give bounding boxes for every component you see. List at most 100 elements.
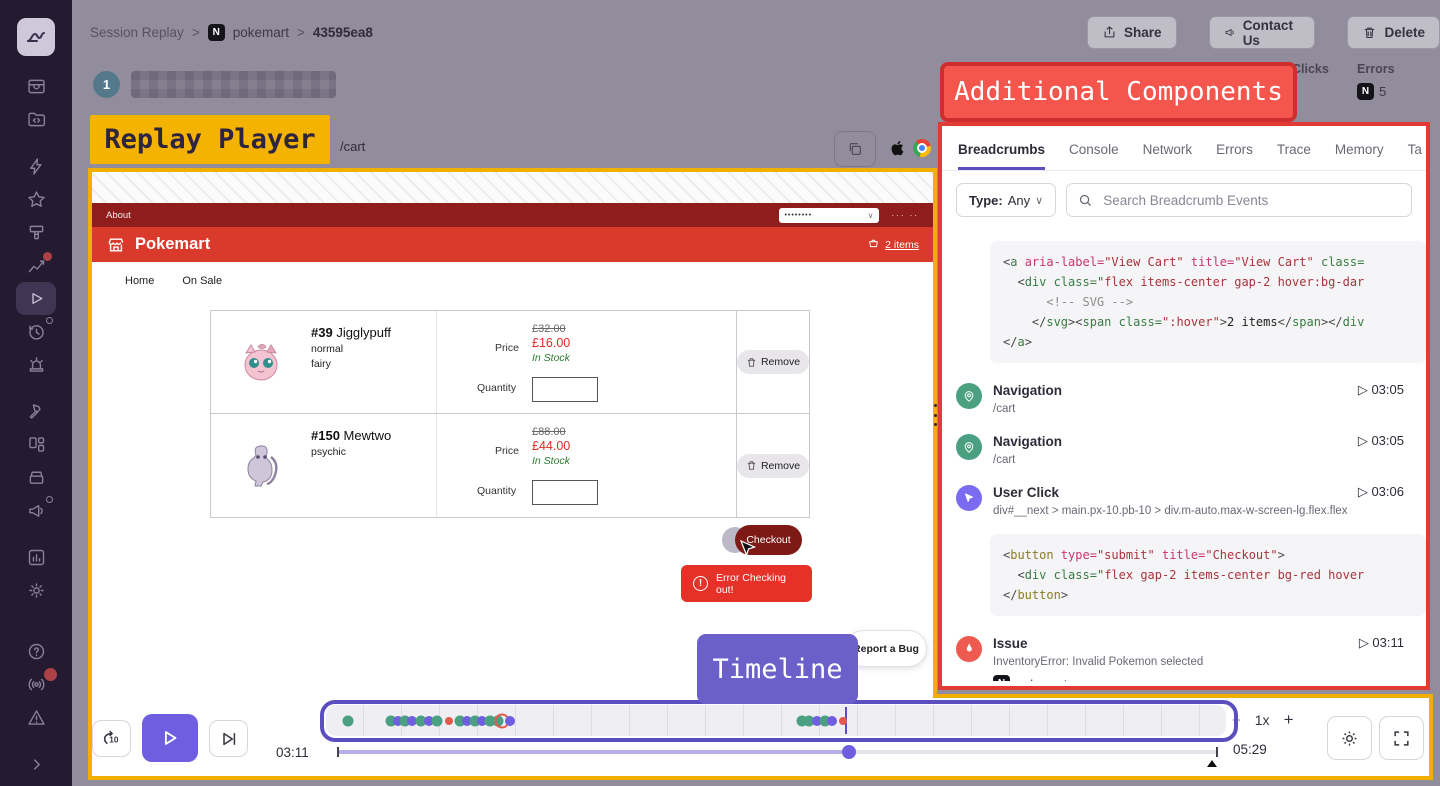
- drawer-icon: [26, 76, 47, 97]
- rewind-10-button[interactable]: 10: [92, 720, 131, 757]
- timeline-event-dot-purple[interactable]: [505, 716, 515, 726]
- event-timeline-track[interactable]: [326, 705, 1226, 736]
- copy-url-button[interactable]: [834, 131, 876, 167]
- breadcrumb: Session Replay > N pokemart > 43595ea8: [90, 24, 373, 41]
- sidebar-item-starred[interactable]: [16, 183, 56, 216]
- posthog-logo[interactable]: [17, 18, 55, 56]
- tab-ta[interactable]: Ta: [1408, 142, 1422, 170]
- seekbar[interactable]: [337, 750, 1218, 754]
- speed-value[interactable]: 1x: [1255, 712, 1270, 728]
- type-filter-value: Any: [1008, 193, 1030, 208]
- price-label: Price: [495, 342, 519, 354]
- event-feed[interactable]: <a aria-label="View Cart" title="View Ca…: [942, 229, 1426, 681]
- remove-button[interactable]: Remove: [737, 454, 809, 478]
- annotation-yellow-border: [88, 168, 92, 780]
- search-box[interactable]: [1066, 183, 1412, 217]
- sidebar-expand[interactable]: [16, 748, 56, 781]
- skip-to-end-button[interactable]: [209, 720, 248, 757]
- sidebar-item-dashboards[interactable]: [16, 428, 56, 461]
- seekbar-handle[interactable]: [842, 745, 856, 759]
- sidebar-item-folder[interactable]: [16, 103, 56, 136]
- replay-player-viewport[interactable]: About •••••••• ∨ ··· ·· Pokemart 2 items…: [92, 172, 933, 694]
- event-timestamp[interactable]: ▷ 03:05: [1358, 433, 1416, 449]
- sidebar-item-issues[interactable]: [16, 701, 56, 734]
- tab-trace[interactable]: Trace: [1277, 142, 1311, 170]
- event-row-user-click[interactable]: User Clickdiv#__next > main.px-10.pb-10 …: [956, 475, 1426, 526]
- event-row-navigation[interactable]: Navigation/cart▷ 03:05: [956, 424, 1426, 475]
- sidebar-item-alerts[interactable]: [16, 348, 56, 381]
- nav-home-link[interactable]: Home: [125, 275, 154, 287]
- seekbar-start-tick: [337, 747, 339, 757]
- event-timestamp[interactable]: ▷ 03:06: [1358, 484, 1416, 500]
- panel-filters: Type: Any ∨: [942, 171, 1426, 229]
- player-settings-button[interactable]: [1327, 716, 1372, 760]
- remove-button[interactable]: Remove: [737, 350, 809, 374]
- sidebar-item-session-replay[interactable]: [16, 282, 56, 315]
- annotation-additional-components-label: Additional Components: [940, 62, 1297, 122]
- timeline-event-dot-green[interactable]: [342, 715, 353, 726]
- sidebar-item-help[interactable]: [16, 635, 56, 668]
- event-timestamp[interactable]: ▷ 03:11: [1359, 635, 1416, 651]
- event-subtitle: /cart: [993, 403, 1347, 415]
- event-row-navigation[interactable]: Navigation/cart▷ 03:05: [956, 373, 1426, 424]
- rewind-10-icon: 10: [101, 728, 123, 750]
- cart-icon: [867, 238, 880, 251]
- sidebar-item-broadcast[interactable]: [16, 668, 56, 701]
- nextjs-badge-icon: N: [993, 675, 1010, 681]
- original-price: £32.00: [532, 323, 570, 335]
- timeline-event-dot-green[interactable]: [431, 715, 442, 726]
- panel-resize-handle[interactable]: [931, 402, 940, 428]
- sidebar-item-trends[interactable]: [16, 249, 56, 282]
- sidebar-item-surveys[interactable]: [16, 494, 56, 527]
- sidebar-item-data-warehouse[interactable]: [16, 461, 56, 494]
- event-title: Issue: [993, 636, 1028, 651]
- sidebar-item-early-access[interactable]: [16, 395, 56, 428]
- header-actions: Share Contact Us Delete: [1087, 16, 1440, 49]
- speed-minus-button[interactable]: −: [1232, 712, 1241, 729]
- tab-network[interactable]: Network: [1143, 142, 1193, 170]
- tab-console[interactable]: Console: [1069, 142, 1119, 170]
- type-filter-dropdown[interactable]: Type: Any ∨: [956, 183, 1056, 217]
- fullscreen-button[interactable]: [1379, 716, 1424, 760]
- event-row-issue[interactable]: IssueInventoryError: Invalid Pokemon sel…: [956, 626, 1426, 681]
- notification-ring: [46, 496, 53, 503]
- quantity-input[interactable]: [532, 480, 598, 505]
- tab-breadcrumbs[interactable]: Breadcrumbs: [958, 142, 1045, 170]
- tab-memory[interactable]: Memory: [1335, 142, 1384, 170]
- share-button[interactable]: Share: [1087, 16, 1177, 49]
- sidebar-item-sql[interactable]: [16, 541, 56, 574]
- play-button[interactable]: [142, 714, 198, 762]
- site-about-link[interactable]: About: [106, 210, 131, 221]
- sidebar-item-settings[interactable]: [16, 574, 56, 607]
- sidebar-item-activity[interactable]: [16, 150, 56, 183]
- nav-onsale-link[interactable]: On Sale: [182, 275, 222, 287]
- site-store-header: Pokemart 2 items: [92, 227, 933, 262]
- pokemon-name: #39 Jigglypuff: [311, 325, 436, 340]
- site-password-select[interactable]: •••••••• ∨: [779, 208, 879, 223]
- session-url: /cart: [340, 139, 365, 154]
- session-index-avatar: 1: [93, 71, 120, 98]
- breadcrumb-project[interactable]: pokemart: [233, 25, 289, 40]
- stock-status: In Stock: [532, 455, 570, 467]
- timeline-event-dot-purple[interactable]: [827, 716, 837, 726]
- contact-us-button[interactable]: Contact Us: [1209, 16, 1316, 49]
- cart-count-label: 2 items: [885, 239, 919, 251]
- sidebar-item-drawer[interactable]: [16, 70, 56, 103]
- bar-chart-icon: [26, 547, 47, 568]
- sidebar-item-history[interactable]: [16, 315, 56, 348]
- cart-item-row: #150 MewtwopsychicPrice£88.00£44.00In St…: [211, 414, 809, 517]
- delete-button[interactable]: Delete: [1347, 16, 1440, 49]
- search-input[interactable]: [1101, 192, 1400, 209]
- errors-label: Errors: [1357, 62, 1395, 76]
- event-timestamp[interactable]: ▷ 03:05: [1358, 382, 1416, 398]
- nextjs-badge-icon: N: [208, 24, 225, 41]
- breadcrumb-root[interactable]: Session Replay: [90, 25, 184, 40]
- speed-plus-button[interactable]: +: [1284, 710, 1294, 730]
- quantity-input[interactable]: [532, 377, 598, 402]
- view-cart-link[interactable]: 2 items: [867, 238, 919, 251]
- error-toast-text: Error Checking out!: [716, 572, 800, 596]
- tab-errors[interactable]: Errors: [1216, 142, 1253, 170]
- sidebar-item-toolbar[interactable]: [16, 216, 56, 249]
- timeline-event-dot-red[interactable]: [839, 717, 847, 725]
- timeline-event-dot-red[interactable]: [445, 717, 453, 725]
